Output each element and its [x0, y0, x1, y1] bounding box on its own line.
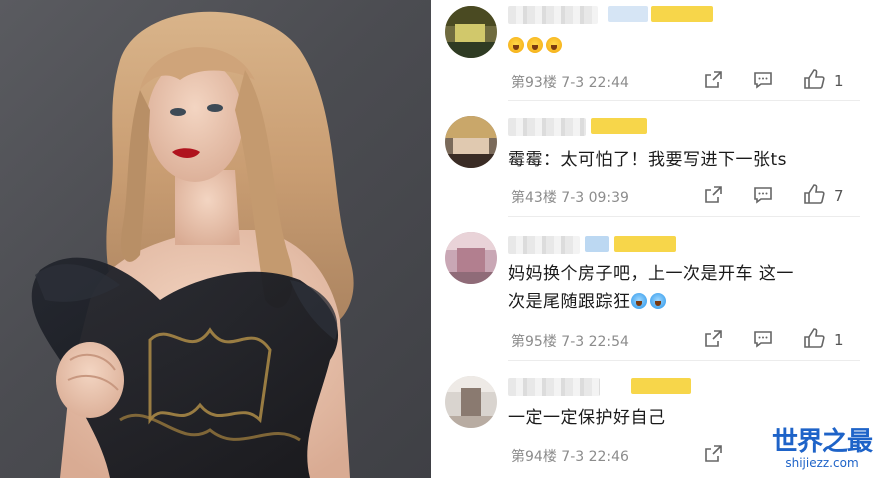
comment-meta: 第43楼 7-3 09:39	[511, 187, 629, 207]
floor-number: 第93楼	[511, 75, 557, 91]
reply-icon[interactable]	[753, 185, 773, 205]
divider	[508, 216, 860, 217]
share-icon[interactable]	[703, 444, 723, 464]
comment-text: 妈妈换个房子吧，上一次是开车 这一 次是尾随跟踪狂	[508, 260, 794, 316]
share-icon[interactable]	[703, 185, 723, 205]
avatar[interactable]	[445, 116, 497, 168]
divider	[508, 100, 860, 101]
comment-text-line: 次是尾随跟踪狂	[508, 288, 794, 316]
vip-badge-blurred	[614, 236, 676, 252]
shocked-emoji-icon	[508, 37, 524, 53]
comment-time: 7-3 22:54	[561, 334, 629, 350]
comment-meta: 第94楼 7-3 22:46	[511, 446, 629, 466]
crying-emoji-icon	[630, 293, 647, 309]
floor-number: 第43楼	[511, 190, 557, 206]
comment-text-line: 妈妈换个房子吧，上一次是开车 这一	[508, 264, 794, 284]
comment-time: 7-3 09:39	[561, 190, 629, 206]
like-count: 1	[834, 331, 844, 349]
comment-list: 第93楼 7-3 22:44 1 霉霉：太可怕了！我要写进下一张ts 第43楼 …	[431, 0, 878, 478]
like-count: 1	[834, 72, 844, 90]
like-icon[interactable]	[803, 327, 825, 349]
comment-text: 一定一定保护好自己	[508, 408, 666, 428]
comment-time: 7-3 22:46	[561, 449, 629, 465]
comment-item: 妈妈换个房子吧，上一次是开车 这一 次是尾随跟踪狂 第95楼 7-3 22:54…	[431, 228, 878, 361]
comment-item: 第93楼 7-3 22:44 1	[431, 0, 878, 114]
screenshot-root: 第93楼 7-3 22:44 1 霉霉：太可怕了！我要写进下一张ts 第43楼 …	[0, 0, 878, 478]
username-blurred[interactable]	[508, 378, 600, 396]
comment-meta: 第95楼 7-3 22:54	[511, 331, 629, 351]
comment-text	[508, 32, 565, 60]
like-icon[interactable]	[803, 183, 825, 205]
portrait-illustration	[31, 11, 354, 478]
crying-emoji-icon	[649, 293, 666, 309]
badge-blurred	[608, 6, 648, 22]
comment-text-tail: 次是尾随跟踪狂	[508, 292, 631, 312]
comment-item: 霉霉：太可怕了！我要写进下一张ts 第43楼 7-3 09:39 7	[431, 114, 878, 228]
shocked-emoji-icon	[546, 37, 562, 53]
watermark-title: 世界之最	[771, 427, 873, 457]
avatar[interactable]	[445, 376, 497, 428]
shocked-emoji-icon	[527, 37, 543, 53]
floor-number: 第95楼	[511, 334, 557, 350]
like-count: 7	[834, 187, 844, 205]
divider	[508, 360, 860, 361]
avatar[interactable]	[445, 232, 497, 284]
vip-badge-blurred	[591, 118, 647, 134]
watermark-logo: 世界之最 shijiezz.com	[771, 421, 873, 470]
username-blurred[interactable]	[508, 118, 586, 136]
reply-icon[interactable]	[753, 329, 773, 349]
share-icon[interactable]	[703, 329, 723, 349]
comment-time: 7-3 22:44	[561, 75, 629, 91]
reply-icon[interactable]	[753, 70, 773, 90]
like-icon[interactable]	[803, 68, 825, 90]
floor-number: 第94楼	[511, 449, 557, 465]
watermark-url: shijiezz.com	[785, 456, 859, 470]
vip-badge-blurred	[631, 378, 691, 394]
comment-meta: 第93楼 7-3 22:44	[511, 72, 629, 92]
vip-badge-blurred	[651, 6, 713, 22]
comment-text: 霉霉：太可怕了！我要写进下一张ts	[508, 150, 788, 170]
portrait-photo	[0, 0, 431, 478]
avatar[interactable]	[445, 6, 497, 58]
share-icon[interactable]	[703, 70, 723, 90]
username-blurred[interactable]	[508, 6, 598, 24]
badge-blurred	[585, 236, 609, 252]
username-blurred[interactable]	[508, 236, 580, 254]
